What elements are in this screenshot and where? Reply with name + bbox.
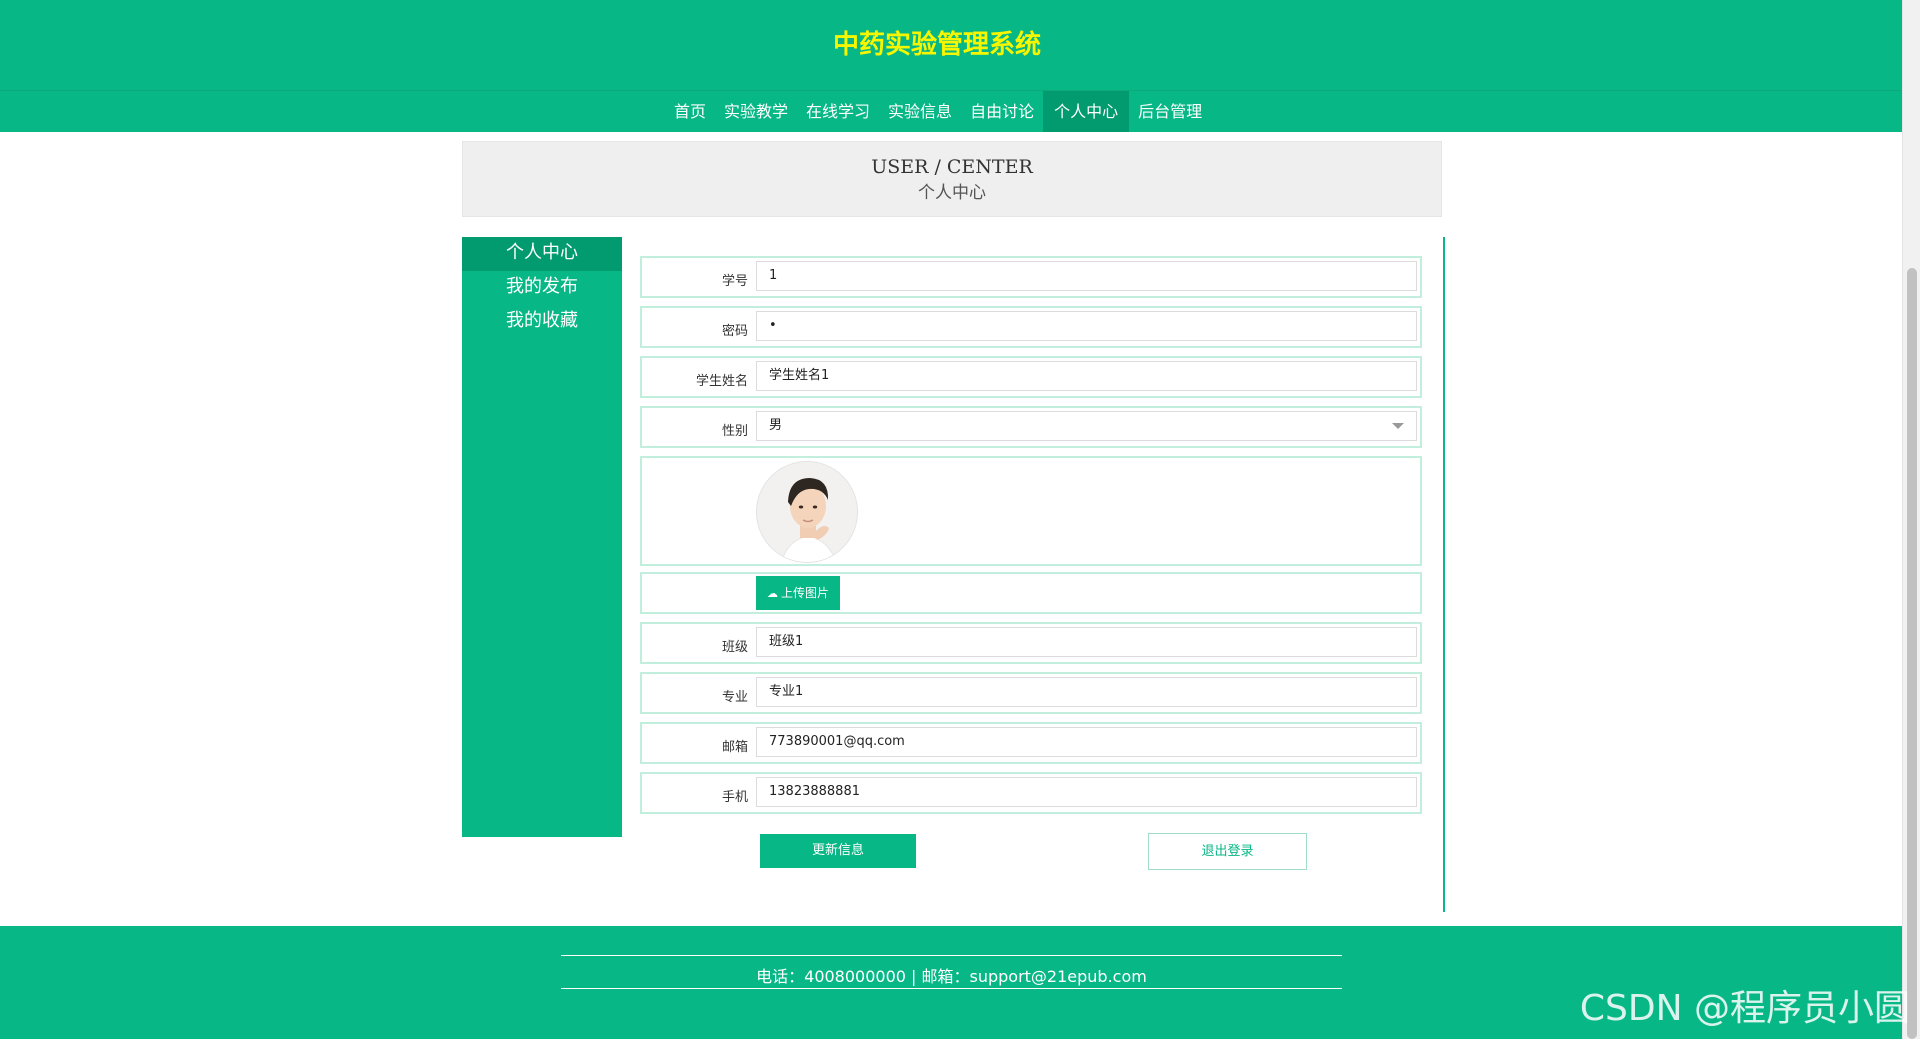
banner-title-english: USER / CENTER [871,156,1033,178]
student-id-input[interactable]: 1 [756,261,1417,291]
form-row-email: 邮箱 773890001@qq.com [640,722,1422,764]
student-id-label: 学号 [721,274,748,289]
nav-item-home[interactable]: 首页 [665,91,715,132]
app-root: 中药实验管理系统 首页 实验教学 在线学习 实验信息 自由讨论 个人中心 后台管… [0,0,1920,1039]
csdn-watermark: CSDN @程序员小圆 [1579,988,1910,1029]
side-item-my-posts[interactable]: 我的发布 [462,271,622,305]
avatar [756,461,858,563]
password-label: 密码 [721,324,748,339]
form-row-student-name: 学生姓名 学生姓名1 [640,356,1422,398]
update-info-button[interactable]: 更新信息 [760,834,916,868]
email-label: 邮箱 [721,740,748,755]
phone-label: 手机 [721,790,748,805]
side-menu: 个人中心 我的发布 我的收藏 [462,237,622,837]
nav-item-experiment-info[interactable]: 实验信息 [879,91,961,132]
page-scrollbar[interactable] [1902,0,1920,1039]
main-nav: 首页 实验教学 在线学习 实验信息 自由讨论 个人中心 后台管理 [0,90,1902,132]
nav-list: 首页 实验教学 在线学习 实验信息 自由讨论 个人中心 后台管理 [665,91,1211,132]
form-row-upload: ☁ 上传图片 [640,572,1422,614]
student-name-label: 学生姓名 [695,374,748,389]
cloud-upload-icon: ☁ [766,587,778,600]
password-input[interactable]: • [756,311,1417,341]
major-label: 专业 [721,690,748,705]
nav-item-discussion[interactable]: 自由讨论 [961,91,1043,132]
nav-item-personal-center[interactable]: 个人中心 [1043,91,1130,132]
form-row-major: 专业 专业1 [640,672,1422,714]
form-row-phone: 手机 13823888881 [640,772,1422,814]
form-row-password: 密码 • [640,306,1422,348]
footer-contact: 电话：4008000000 | 邮箱：support@21epub.com [756,967,1147,986]
form-row-gender: 性别 男 [640,406,1422,448]
scrollbar-thumb[interactable] [1907,268,1917,1039]
phone-input[interactable]: 13823888881 [756,777,1417,807]
avatar-portrait [757,462,857,562]
upload-image-label: 上传图片 [780,586,829,600]
form-row-class: 班级 班级1 [640,622,1422,664]
profile-form: 学号 1 密码 • 学生姓名 学生姓名1 性别 男 ☁ 上传图片 班级 班级1 … [640,237,1445,912]
class-input[interactable]: 班级1 [756,627,1417,657]
gender-label: 性别 [721,424,748,439]
logout-button[interactable]: 退出登录 [1148,833,1307,870]
major-input[interactable]: 专业1 [756,677,1417,707]
page-banner: USER / CENTER 个人中心 [462,141,1442,217]
side-item-my-favorites[interactable]: 我的收藏 [462,305,622,339]
form-row-student-id: 学号 1 [640,256,1422,298]
nav-item-admin[interactable]: 后台管理 [1129,91,1211,132]
chevron-down-icon [1392,423,1404,429]
upload-image-button[interactable]: ☁ 上传图片 [756,576,840,610]
form-row-avatar [640,456,1422,566]
banner-title-chinese: 个人中心 [918,183,986,203]
email-input[interactable]: 773890001@qq.com [756,727,1417,757]
class-label: 班级 [721,640,748,655]
footer-divider-top [561,955,1342,956]
footer-divider-bottom [561,988,1342,989]
header: 中药实验管理系统 [0,0,1902,90]
side-item-personal-center[interactable]: 个人中心 [462,237,622,271]
site-title: 中药实验管理系统 [832,30,1041,60]
student-name-input[interactable]: 学生姓名1 [756,361,1417,391]
nav-item-online-learning[interactable]: 在线学习 [797,91,879,132]
gender-selected-value: 男 [769,418,783,433]
gender-select[interactable]: 男 [756,411,1417,441]
nav-item-experiment-teaching[interactable]: 实验教学 [715,91,797,132]
